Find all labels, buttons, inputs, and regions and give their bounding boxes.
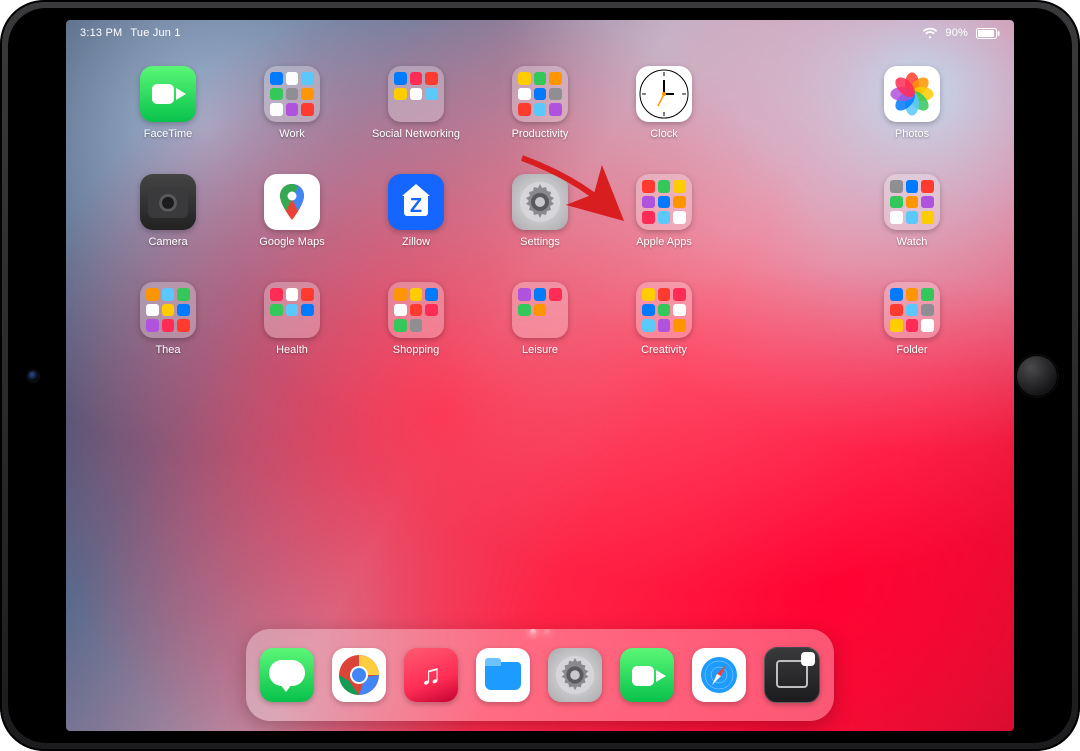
- app-label: Photos: [895, 128, 929, 140]
- photos-icon: [884, 66, 940, 122]
- app-settings[interactable]: Settings: [492, 174, 588, 248]
- folder-shopping[interactable]: Shopping: [368, 282, 464, 356]
- folder-icon: [140, 282, 196, 338]
- clock-icon: [636, 66, 692, 122]
- app-label: FaceTime: [144, 128, 193, 140]
- dock-app-music[interactable]: [404, 648, 458, 702]
- dock-app-messages[interactable]: [260, 648, 314, 702]
- app-label: Creativity: [641, 344, 687, 356]
- folder-watch[interactable]: Watch: [864, 174, 960, 248]
- front-camera: [28, 371, 38, 381]
- dock-app-chrome[interactable]: [332, 648, 386, 702]
- folder-creativity[interactable]: Creativity: [616, 282, 712, 356]
- dock: [246, 629, 834, 721]
- battery-icon: [976, 28, 1000, 39]
- app-label: Settings: [520, 236, 560, 248]
- app-row: Camera Google Maps Zillow Settings Apple…: [120, 174, 960, 248]
- app-camera[interactable]: Camera: [120, 174, 216, 248]
- folder-folder[interactable]: Folder: [864, 282, 960, 356]
- app-label: Work: [279, 128, 304, 140]
- app-photos[interactable]: Photos: [864, 66, 960, 140]
- app-zillow[interactable]: Zillow: [368, 174, 464, 248]
- app-label: Clock: [650, 128, 678, 140]
- folder-icon: [512, 282, 568, 338]
- settings-icon: [512, 174, 568, 230]
- app-row: FaceTime Work Social Networking Producti…: [120, 66, 960, 140]
- zillow-icon: [388, 174, 444, 230]
- dock-app-safari[interactable]: [692, 648, 746, 702]
- app-label: Productivity: [512, 128, 569, 140]
- app-label: Social Networking: [372, 128, 460, 140]
- google-maps-icon: [264, 174, 320, 230]
- folder-icon: [636, 174, 692, 230]
- folder-icon: [512, 66, 568, 122]
- app-label: Health: [276, 344, 308, 356]
- folder-apple-apps[interactable]: Apple Apps: [616, 174, 712, 248]
- app-label: Thea: [155, 344, 180, 356]
- app-label: Leisure: [522, 344, 558, 356]
- dock-app-handoff[interactable]: [764, 647, 820, 703]
- home-button[interactable]: [1016, 355, 1058, 397]
- app-label: Zillow: [402, 236, 430, 248]
- dock-app-settings[interactable]: [548, 648, 602, 702]
- app-facetime[interactable]: FaceTime: [120, 66, 216, 140]
- folder-icon: [388, 66, 444, 122]
- facetime-icon: [140, 66, 196, 122]
- status-time: 3:13 PM: [80, 27, 122, 39]
- dock-app-facetime[interactable]: [620, 648, 674, 702]
- folder-productivity[interactable]: Productivity: [492, 66, 588, 140]
- camera-icon: [140, 174, 196, 230]
- folder-social-networking[interactable]: Social Networking: [368, 66, 464, 140]
- app-label: Camera: [148, 236, 187, 248]
- folder-work[interactable]: Work: [244, 66, 340, 140]
- folder-icon: [264, 66, 320, 122]
- status-bar: 3:13 PM Tue Jun 1 90%: [66, 20, 1014, 44]
- wifi-icon: [923, 28, 937, 39]
- app-google-maps[interactable]: Google Maps: [244, 174, 340, 248]
- app-row: Thea Health Shopping Leisure Creativity …: [120, 282, 960, 356]
- app-label: Apple Apps: [636, 236, 692, 248]
- app-label: Google Maps: [259, 236, 324, 248]
- folder-icon: [636, 282, 692, 338]
- ipad-device-frame: 3:13 PM Tue Jun 1 90% FaceTime Work Soci…: [0, 0, 1080, 751]
- folder-icon: [884, 282, 940, 338]
- app-label: Folder: [896, 344, 927, 356]
- folder-icon: [388, 282, 444, 338]
- folder-icon: [884, 174, 940, 230]
- screen[interactable]: 3:13 PM Tue Jun 1 90% FaceTime Work Soci…: [66, 20, 1014, 731]
- status-date: Tue Jun 1: [130, 27, 180, 39]
- folder-leisure[interactable]: Leisure: [492, 282, 588, 356]
- dock-app-files[interactable]: [476, 648, 530, 702]
- app-label: Watch: [897, 236, 928, 248]
- app-label: Shopping: [393, 344, 440, 356]
- folder-health[interactable]: Health: [244, 282, 340, 356]
- folder-thea[interactable]: Thea: [120, 282, 216, 356]
- folder-icon: [264, 282, 320, 338]
- status-battery-pct: 90%: [945, 27, 968, 39]
- app-clock[interactable]: Clock: [616, 66, 712, 140]
- home-screen-grid: FaceTime Work Social Networking Producti…: [66, 66, 1014, 356]
